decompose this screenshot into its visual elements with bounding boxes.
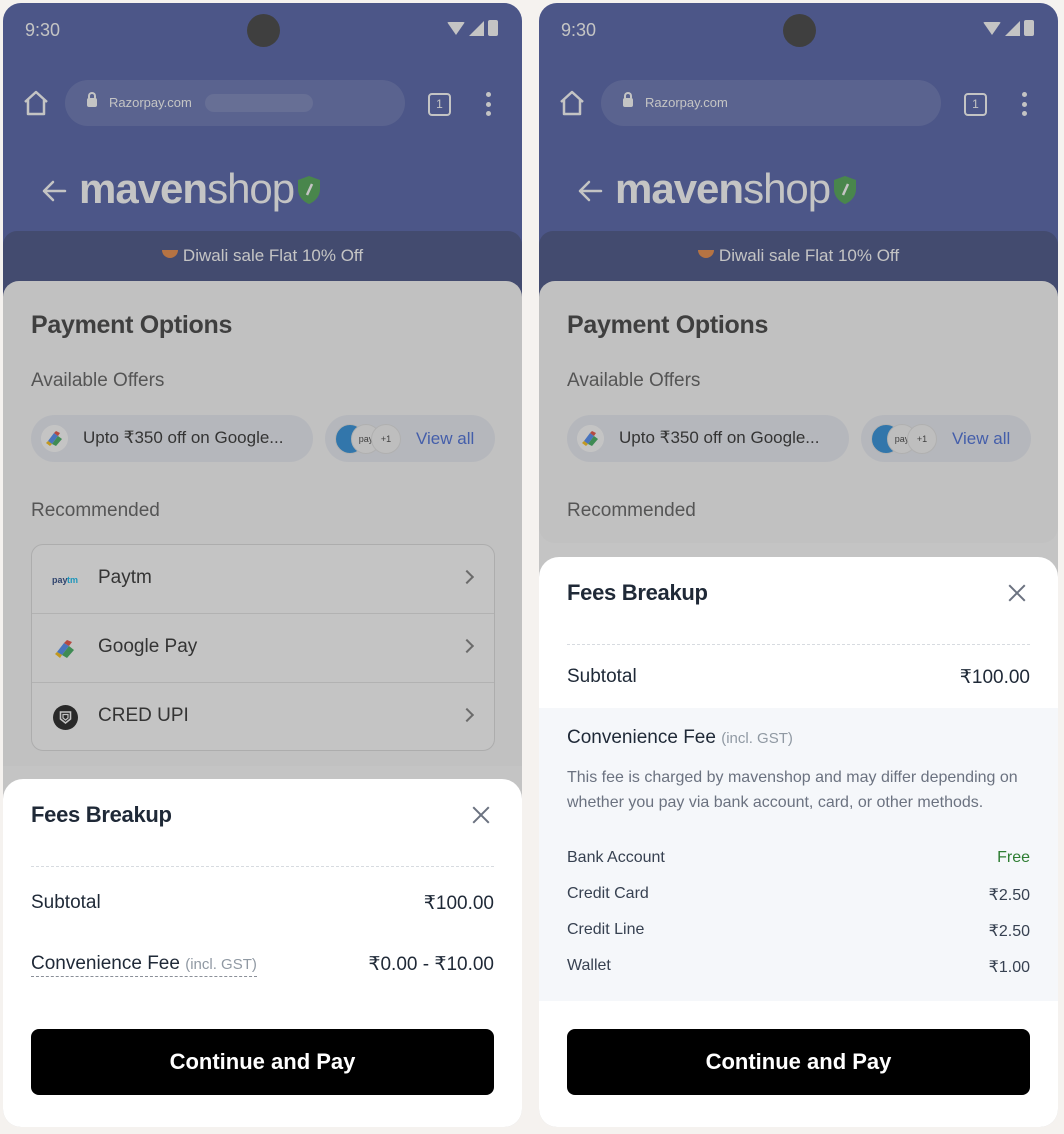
phone-screen-collapsed: 9:30 Razorpay.com 1 mavenshop Diwali sal… [3, 3, 522, 1127]
convenience-fee-label: Convenience Fee [31, 953, 180, 974]
subtotal-label: Subtotal [31, 892, 101, 913]
fee-row-value: ₹1.00 [988, 959, 1030, 976]
close-icon[interactable] [472, 806, 490, 824]
fee-row-label: Credit Card [567, 885, 649, 902]
divider [31, 866, 494, 867]
sheet-title: Fees Breakup [31, 802, 172, 827]
close-icon[interactable] [1008, 584, 1026, 602]
convenience-fee-details: Convenience Fee (incl. GST) This fee is … [539, 708, 1058, 1001]
fee-row-label: Wallet [567, 957, 611, 974]
sheet-title: Fees Breakup [567, 580, 708, 605]
divider [567, 644, 1030, 645]
fee-row-value: Free [997, 849, 1030, 866]
phone-screen-expanded: 9:30 Razorpay.com 1 mavenshop Diwali sal… [539, 3, 1058, 1127]
convenience-fee-range: ₹0.00 - ₹10.00 [368, 954, 494, 975]
convenience-fee-toggle[interactable]: Convenience Fee (incl. GST) [31, 953, 257, 977]
subtotal-value: ₹100.00 [423, 893, 494, 914]
subtotal-label: Subtotal [567, 666, 637, 687]
fee-description: This fee is charged by mavenshop and may… [567, 769, 1018, 811]
gst-note: (incl. GST) [721, 730, 793, 747]
convenience-fee-heading: Convenience Fee (incl. GST) [567, 727, 793, 749]
continue-and-pay-button[interactable]: Continue and Pay [567, 1029, 1030, 1095]
gst-note: (incl. GST) [185, 956, 257, 973]
continue-and-pay-button[interactable]: Continue and Pay [31, 1029, 494, 1095]
fee-row-value: ₹2.50 [988, 887, 1030, 904]
convenience-fee-label: Convenience Fee [567, 727, 716, 748]
fees-breakup-sheet: Fees Breakup Subtotal ₹100.00 Convenienc… [539, 557, 1058, 1127]
fees-breakup-sheet: Fees Breakup Subtotal ₹100.00 Convenienc… [3, 779, 522, 1127]
fee-row-label: Credit Line [567, 921, 645, 938]
fee-row-value: ₹2.50 [988, 923, 1030, 940]
fee-row-label: Bank Account [567, 849, 665, 866]
subtotal-value: ₹100.00 [959, 667, 1030, 688]
